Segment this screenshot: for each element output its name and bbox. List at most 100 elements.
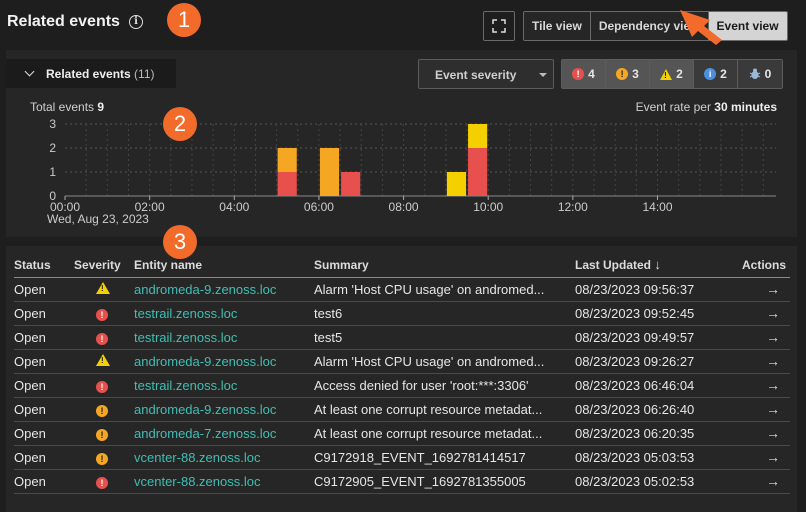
column-last-updated-label: Last Updated xyxy=(575,258,652,273)
column-entity-name[interactable]: Entity name xyxy=(134,253,314,278)
chart-bar-segment xyxy=(277,172,297,196)
error-count-filter[interactable]: ! 3 xyxy=(606,60,650,88)
chart-bar-segment xyxy=(341,172,361,196)
cell-actions: → xyxy=(720,469,790,494)
cell-last-updated: 08/23/2023 09:52:45 xyxy=(575,301,720,326)
arrow-right-icon[interactable]: → xyxy=(766,401,780,417)
arrow-right-icon[interactable]: → xyxy=(766,425,780,441)
error-icon: ! xyxy=(96,452,108,465)
cell-actions: → xyxy=(720,301,790,326)
cell-status: Open xyxy=(14,421,74,446)
cell-status: Open xyxy=(14,373,74,398)
column-summary[interactable]: Summary xyxy=(314,253,575,278)
chart-bar-segment xyxy=(277,148,297,172)
cell-actions: → xyxy=(720,349,790,374)
table-row[interactable]: Open! andromeda-9.zenoss.loc At least one … xyxy=(14,397,790,422)
column-severity[interactable]: Severity xyxy=(74,253,134,278)
chart-bar-segment xyxy=(446,172,467,196)
related-events-count: (11) xyxy=(134,67,155,81)
cell-actions: → xyxy=(720,421,790,446)
arrow-right-icon[interactable]: → xyxy=(766,281,780,297)
table-header-row: Status Severity Entity name Summary Last… xyxy=(14,253,790,278)
cell-severity: ! xyxy=(74,325,134,350)
table-row[interactable]: Open! testrail.zenoss.loc Access denied fo… xyxy=(14,373,790,398)
arrow-right-icon[interactable]: → xyxy=(766,329,780,345)
cell-entity[interactable]: andromeda-9.zenoss.loc xyxy=(134,277,314,302)
cell-entity[interactable]: vcenter-88.zenoss.loc xyxy=(134,469,314,494)
cell-status: Open xyxy=(14,397,74,422)
cell-summary: test6 xyxy=(314,301,575,326)
arrow-right-icon[interactable]: → xyxy=(766,449,780,465)
bug-icon xyxy=(749,68,760,79)
callout-3: 3 xyxy=(163,225,197,259)
cell-actions: → xyxy=(720,325,790,350)
cell-severity: ! xyxy=(74,373,134,398)
cell-entity[interactable]: testrail.zenoss.loc xyxy=(134,325,314,350)
cell-entity[interactable]: andromeda-9.zenoss.loc xyxy=(134,349,314,374)
cell-last-updated: 08/23/2023 09:49:57 xyxy=(575,325,720,350)
cell-last-updated: 08/23/2023 09:26:27 xyxy=(575,349,720,374)
table-row[interactable]: Open! andromeda-7.zenoss.loc At least one … xyxy=(14,421,790,446)
warning-count-filter[interactable]: ! 2 xyxy=(650,60,694,88)
warning-count: 2 xyxy=(676,67,683,81)
related-events-toggle[interactable]: Related events (11) xyxy=(6,59,176,88)
cell-severity: ! xyxy=(74,349,134,374)
cell-last-updated: 08/23/2023 06:46:04 xyxy=(575,373,720,398)
arrow-right-icon[interactable]: → xyxy=(766,473,780,489)
cell-status: Open xyxy=(14,277,74,302)
table-row[interactable]: Open! testrail.zenoss.loc test6 08/23/2023 … xyxy=(14,301,790,326)
cell-actions: → xyxy=(720,445,790,470)
cell-entity[interactable]: testrail.zenoss.loc xyxy=(134,301,314,326)
debug-count-filter[interactable]: 0 xyxy=(738,60,782,88)
y-tick-label: 1 xyxy=(49,165,56,179)
callout-2: 2 xyxy=(163,107,197,141)
info-icon[interactable]: i xyxy=(129,15,143,29)
arrow-right-icon[interactable]: → xyxy=(766,377,780,393)
cell-entity[interactable]: andromeda-9.zenoss.loc xyxy=(134,397,314,422)
info-circle-icon: i xyxy=(704,68,717,80)
table-row[interactable]: Open! testrail.zenoss.loc test5 08/23/2023 … xyxy=(14,325,790,350)
caret-down-icon xyxy=(539,73,547,77)
column-last-updated[interactable]: Last Updated ↓ xyxy=(575,253,720,278)
page-title: Related events xyxy=(7,13,120,30)
table-row[interactable]: Open! vcenter-88.zenoss.loc C9172918_EVENT… xyxy=(14,445,790,470)
arrow-right-icon[interactable]: → xyxy=(766,353,780,369)
cell-summary: At least one corrupt resource metadat... xyxy=(314,397,575,422)
cell-severity: ! xyxy=(74,445,134,470)
chevron-down-icon xyxy=(24,66,35,77)
cell-severity: ! xyxy=(74,301,134,326)
sort-down-arrow-icon: ↓ xyxy=(654,257,661,273)
chart-bar-segment xyxy=(319,148,340,196)
cell-summary: C9172918_EVENT_1692781414517 xyxy=(314,445,575,470)
warning-icon: ! xyxy=(96,353,110,366)
event-severity-dropdown[interactable]: Event severity xyxy=(418,59,554,89)
cell-last-updated: 08/23/2023 06:20:35 xyxy=(575,421,720,446)
cell-entity[interactable]: testrail.zenoss.loc xyxy=(134,373,314,398)
critical-count: 4 xyxy=(588,67,595,81)
related-events-text: Related events xyxy=(46,67,131,81)
tile-view-button[interactable]: Tile view xyxy=(524,12,591,40)
cell-severity: ! xyxy=(74,469,134,494)
cell-summary: C9172905_EVENT_1692781355005 xyxy=(314,469,575,494)
cell-last-updated: 08/23/2023 09:56:37 xyxy=(575,277,720,302)
info-count-filter[interactable]: i 2 xyxy=(694,60,738,88)
expand-button[interactable] xyxy=(483,11,515,41)
table-row[interactable]: Open! andromeda-9.zenoss.loc Alarm 'Host C… xyxy=(14,349,790,374)
expand-icon xyxy=(492,19,506,33)
column-status[interactable]: Status xyxy=(14,253,74,278)
x-tick-label: 08:00 xyxy=(389,200,419,214)
arrow-right-icon[interactable]: → xyxy=(766,305,780,321)
cell-status: Open xyxy=(14,301,74,326)
cell-status: Open xyxy=(14,349,74,374)
cell-actions: → xyxy=(720,373,790,398)
table-row[interactable]: Open! vcenter-88.zenoss.loc C9172905_EVENT… xyxy=(14,469,790,494)
cell-entity[interactable]: vcenter-88.zenoss.loc xyxy=(134,445,314,470)
cell-summary: test5 xyxy=(314,325,575,350)
cell-entity[interactable]: andromeda-7.zenoss.loc xyxy=(134,421,314,446)
cell-summary: Access denied for user 'root:***:3306' xyxy=(314,373,575,398)
critical-count-filter[interactable]: ! 4 xyxy=(562,60,606,88)
table-row[interactable]: Open! andromeda-9.zenoss.loc Alarm 'Host C… xyxy=(14,277,790,302)
callout-1: 1 xyxy=(167,3,201,37)
cell-summary: Alarm 'Host CPU usage' on andromed... xyxy=(314,277,575,302)
cell-status: Open xyxy=(14,325,74,350)
